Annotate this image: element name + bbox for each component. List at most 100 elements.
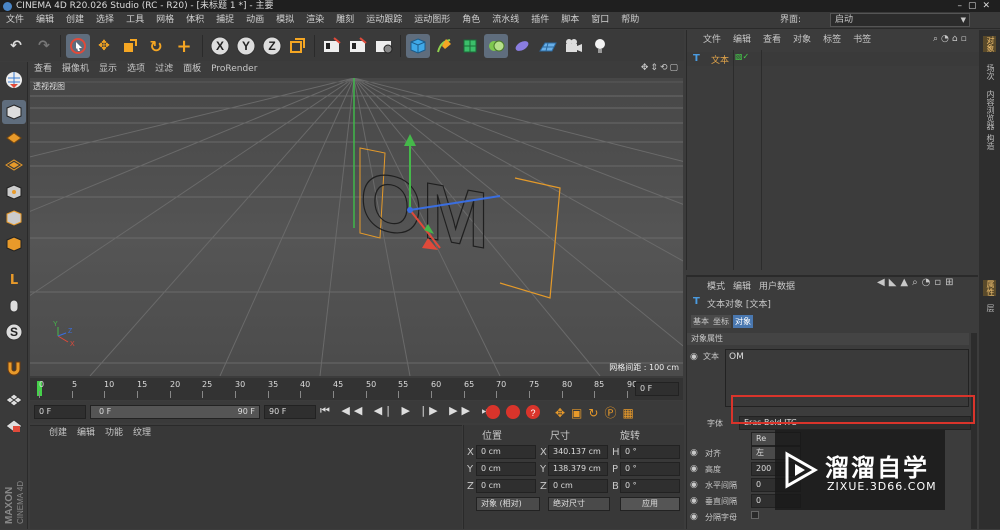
y-axis-lock-icon[interactable]: Y xyxy=(234,34,258,58)
z-axis-lock-icon[interactable]: Z xyxy=(260,34,284,58)
viewport-menu-cameras[interactable]: 摄像机 xyxy=(57,62,94,77)
end-frame-field[interactable]: 90 F xyxy=(264,405,316,419)
polygons-mode-icon[interactable] xyxy=(2,232,26,256)
workplane-icon[interactable] xyxy=(2,152,26,176)
workplane-grid-icon[interactable] xyxy=(2,388,26,412)
position-z-field[interactable]: 0 cm xyxy=(476,479,536,493)
object-visibility-icon[interactable]: ▧✓ xyxy=(735,52,749,61)
points-mode-icon[interactable] xyxy=(2,180,26,204)
material-menu-function[interactable]: 功能 xyxy=(100,426,128,441)
current-frame-field[interactable]: 0 F xyxy=(635,382,679,396)
text-radio-icon[interactable]: ◉ xyxy=(690,352,698,362)
size-y-field[interactable]: 138.379 cm xyxy=(548,462,608,476)
menu-simulate[interactable]: 模拟 xyxy=(270,12,300,29)
redo-icon[interactable]: ↷ xyxy=(32,34,56,58)
light-icon[interactable] xyxy=(588,34,612,58)
scale-icon[interactable] xyxy=(118,34,142,58)
material-menu-create[interactable]: 创建 xyxy=(44,426,72,441)
floor-icon[interactable] xyxy=(536,34,560,58)
viewport-menu-view[interactable]: 查看 xyxy=(29,62,57,77)
vtab-layers[interactable]: 层 xyxy=(983,304,996,312)
attr-nav-icons[interactable]: ◀◣▲⌕◔▫⊞ xyxy=(877,277,958,288)
object-name[interactable]: 文本 xyxy=(711,53,729,66)
perspective-viewport[interactable]: OM Y Z X 透视视图 网格间距 : 100 cm xyxy=(30,78,683,376)
start-frame-field[interactable]: 0 F xyxy=(34,405,86,419)
menu-edit[interactable]: 编辑 xyxy=(30,12,60,29)
height-radio-icon[interactable]: ◉ xyxy=(690,464,698,474)
menu-motion-tracking[interactable]: 运动跟踪 xyxy=(360,12,408,29)
menu-create[interactable]: 创建 xyxy=(60,12,90,29)
camera-icon[interactable] xyxy=(562,34,586,58)
apply-button[interactable]: 应用 xyxy=(620,497,680,511)
om-menu-file[interactable]: 文件 xyxy=(697,30,727,50)
attr-scrollbar[interactable] xyxy=(971,333,977,529)
om-menu-view[interactable]: 查看 xyxy=(757,30,787,50)
live-selection-icon[interactable] xyxy=(66,34,90,58)
menu-sculpt[interactable]: 雕刻 xyxy=(330,12,360,29)
subdivision-surface-icon[interactable] xyxy=(458,34,482,58)
menu-file[interactable]: 文件 xyxy=(0,12,30,29)
vtab-takes[interactable]: 场次 xyxy=(983,64,996,80)
rotation-p-field[interactable]: 0 ° xyxy=(620,462,680,476)
vtab-structure[interactable]: 构造 xyxy=(983,134,996,150)
menu-volume[interactable]: 体积 xyxy=(180,12,210,29)
window-controls[interactable]: –▢✕ xyxy=(957,0,996,12)
snap-icon[interactable]: S xyxy=(2,320,26,344)
locked-workplane-icon[interactable] xyxy=(2,414,26,438)
menu-select[interactable]: 选择 xyxy=(90,12,120,29)
om-menu-object[interactable]: 对象 xyxy=(787,30,817,50)
magnet-icon[interactable] xyxy=(2,356,26,380)
rotation-b-field[interactable]: 0 ° xyxy=(620,479,680,493)
om-menu-tags[interactable]: 标签 xyxy=(817,30,847,50)
viewport-menu-display[interactable]: 显示 xyxy=(94,62,122,77)
attr-menu-edit[interactable]: 编辑 xyxy=(733,279,751,292)
tweak-mode-icon[interactable] xyxy=(2,294,26,318)
cloner-icon[interactable] xyxy=(484,34,508,58)
menu-animate[interactable]: 动画 xyxy=(240,12,270,29)
attr-menu-mode[interactable]: 模式 xyxy=(707,279,725,292)
edges-mode-icon[interactable] xyxy=(2,206,26,230)
deformer-icon[interactable] xyxy=(510,34,534,58)
size-mode-dropdown[interactable]: 绝对尺寸 xyxy=(548,497,610,511)
align-radio-icon[interactable]: ◉ xyxy=(690,448,698,458)
playback-controls[interactable]: ⏮ ◀◀ ◀| ▶ |▶ ▶▶ ⏭ xyxy=(320,404,495,418)
axis-mode-icon[interactable]: L xyxy=(2,268,26,292)
texture-mode-icon[interactable] xyxy=(2,126,26,150)
vtab-objects[interactable]: 对象 xyxy=(983,36,996,52)
viewport-menu-prorender[interactable]: ProRender xyxy=(206,62,262,77)
coordinate-system-icon[interactable] xyxy=(286,34,310,58)
attr-menu-userdata[interactable]: 用户数据 xyxy=(759,279,795,292)
create-tool-icon[interactable]: + xyxy=(172,34,196,58)
material-menu-edit[interactable]: 编辑 xyxy=(72,426,100,441)
cube-primitive-icon[interactable] xyxy=(406,34,430,58)
kerning-radio-icon[interactable]: ◉ xyxy=(690,512,698,522)
pen-spline-icon[interactable] xyxy=(432,34,456,58)
om-menu-bookmarks[interactable]: 书签 xyxy=(847,30,877,50)
vtab-content-browser[interactable]: 内容浏览器 xyxy=(983,90,996,130)
timeline-ruler[interactable]: 0 5 10 15 20 25 30 35 40 45 50 55 60 65 70 75 80 85 90 0 F xyxy=(30,378,683,400)
interface-dropdown[interactable]: 启动 xyxy=(830,13,970,27)
viewport-menu-options[interactable]: 选项 xyxy=(122,62,150,77)
tab-basic[interactable]: 基本 xyxy=(691,315,711,328)
material-menu-texture[interactable]: 纹理 xyxy=(128,426,156,441)
text-object-om[interactable]: OM Y Z X xyxy=(30,78,683,376)
tab-coord[interactable]: 坐标 xyxy=(711,315,731,328)
menu-window[interactable]: 窗口 xyxy=(585,12,615,29)
menu-snap[interactable]: 捕捉 xyxy=(210,12,240,29)
hspacing-radio-icon[interactable]: ◉ xyxy=(690,480,698,490)
render-picture-viewer-icon[interactable] xyxy=(346,34,370,58)
vtab-attributes[interactable]: 属性 xyxy=(983,280,996,296)
rotation-h-field[interactable]: 0 ° xyxy=(620,445,680,459)
menu-mograph[interactable]: 运动图形 xyxy=(408,12,456,29)
move-icon[interactable]: ✥ xyxy=(92,34,116,58)
model-mode-icon[interactable] xyxy=(2,100,26,124)
menu-pipeline[interactable]: 流水线 xyxy=(486,12,525,29)
menu-tools[interactable]: 工具 xyxy=(120,12,150,29)
render-view-icon[interactable] xyxy=(320,34,344,58)
coord-mode-dropdown[interactable]: 对象 (相对) xyxy=(476,497,540,511)
frame-range-slider[interactable]: 0 F 90 F xyxy=(90,405,260,419)
viewport-menu-panel[interactable]: 面板 xyxy=(178,62,206,77)
key-mode-icons[interactable]: ✥▣↻Ⓟ▦ xyxy=(555,404,675,420)
tab-object[interactable]: 对象 xyxy=(733,315,753,328)
position-y-field[interactable]: 0 cm xyxy=(476,462,536,476)
